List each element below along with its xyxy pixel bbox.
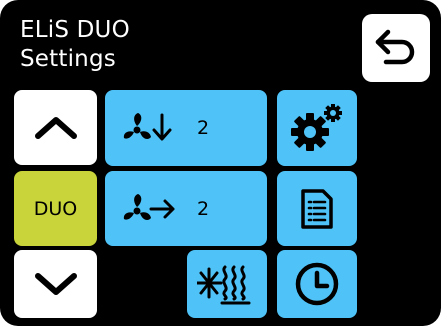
screen: ELiS DUO Settings DUO 2 2 xyxy=(0,0,441,326)
chevron-down-icon xyxy=(34,273,77,295)
page-title: ELiS DUO Settings xyxy=(20,16,130,74)
scroll-down-button[interactable] xyxy=(14,250,97,318)
exhaust-level: 2 xyxy=(197,197,210,220)
clock-icon xyxy=(295,262,339,306)
fan-right-icon xyxy=(123,193,175,220)
page-name: Settings xyxy=(20,46,116,72)
back-arrow-icon xyxy=(375,29,415,65)
back-button[interactable] xyxy=(362,14,430,82)
supply-fan-button[interactable]: 2 xyxy=(105,90,267,166)
scroll-up-button[interactable] xyxy=(14,90,97,165)
document-icon xyxy=(301,188,333,229)
mode-duo-button[interactable]: DUO xyxy=(14,171,97,246)
mode-label: DUO xyxy=(33,197,78,220)
fan-down-icon xyxy=(123,113,172,141)
timer-button[interactable] xyxy=(277,250,357,318)
advanced-settings-button[interactable] xyxy=(277,90,357,166)
document-button[interactable] xyxy=(277,171,357,246)
gears-icon xyxy=(291,104,342,151)
exhaust-fan-button[interactable]: 2 xyxy=(105,171,267,246)
device-name: ELiS DUO xyxy=(20,17,130,43)
heat-exchanger-icon xyxy=(197,265,251,305)
heat-exchanger-button[interactable] xyxy=(187,250,267,318)
supply-level: 2 xyxy=(197,117,210,139)
chevron-up-icon xyxy=(34,116,77,139)
